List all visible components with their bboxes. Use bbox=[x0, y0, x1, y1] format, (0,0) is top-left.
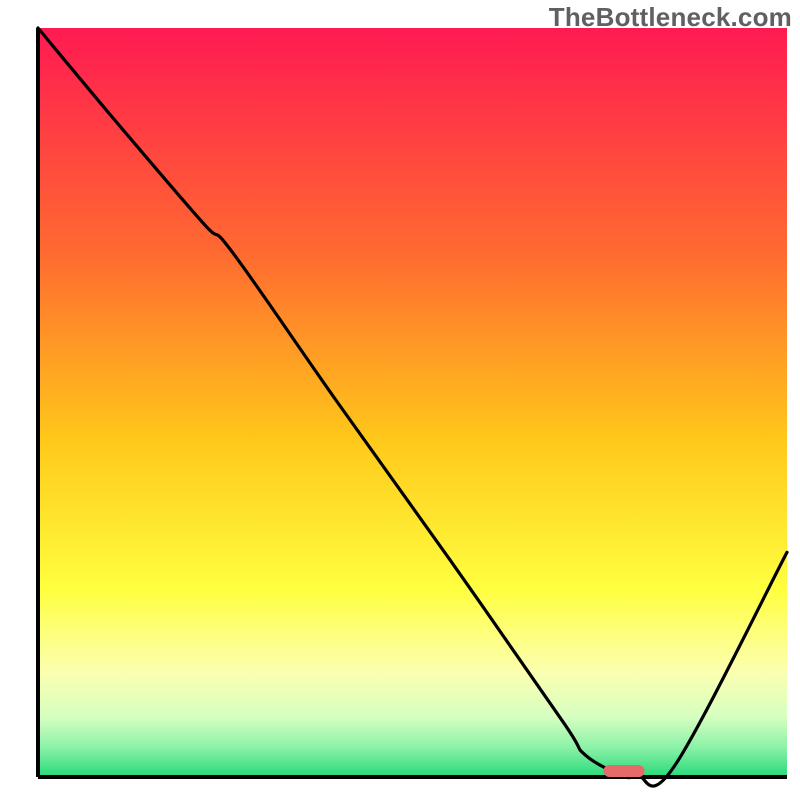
optimal-marker bbox=[603, 765, 644, 777]
chart-svg bbox=[0, 0, 800, 800]
bottleneck-chart: TheBottleneck.com bbox=[0, 0, 800, 800]
gradient-background bbox=[38, 28, 787, 777]
